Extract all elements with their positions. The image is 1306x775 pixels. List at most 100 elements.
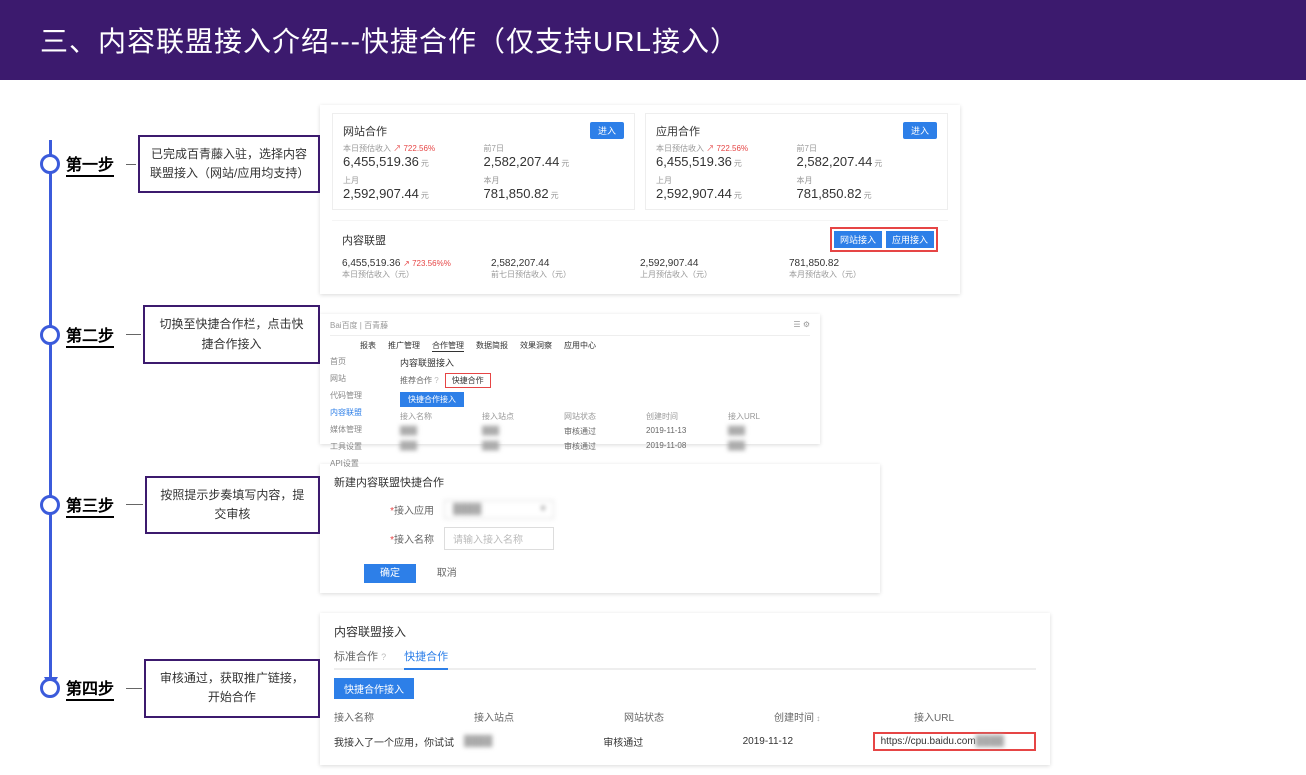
page-title: 三、内容联盟接入介绍---快捷合作（仅支持URL接入） [40, 20, 739, 60]
app-coop-card: 应用合作 进入 本日预估收入 ↗ 722.56% 6,455,519.36元 前… [645, 113, 948, 210]
pct-badge: ↗ 722.56% [706, 144, 748, 153]
stat-label: 上月预估收入（元） [640, 269, 789, 280]
step-dot-icon [40, 495, 60, 515]
table-header: 接入名称 接入站点 网站状态 创建时间 接入URL [334, 709, 1036, 724]
sub-title: 内容联盟接入 [400, 356, 810, 369]
header-bar: 三、内容联盟接入介绍---快捷合作（仅支持URL接入） [0, 0, 1306, 80]
cancel-button[interactable]: 取消 [427, 564, 467, 583]
confirm-button[interactable]: 确定 [364, 564, 416, 583]
nav-item[interactable]: 报表 [360, 340, 376, 352]
tab-standard[interactable]: 推荐合作 ? [400, 375, 439, 386]
step-2-desc: 切换至快捷合作栏，点击快捷合作接入 [143, 305, 320, 363]
form-title: 新建内容联盟快捷合作 [334, 474, 866, 490]
summary-title: 内容联盟 [342, 232, 386, 248]
step-4: 第四步 审核通过，获取推广链接，开始合作 [40, 659, 320, 717]
logo-text: Bai百度 | 百青藤 [330, 320, 388, 331]
stat-value: 6,455,519.36元 [343, 154, 484, 169]
step-dot-icon [40, 154, 60, 174]
app-select[interactable]: ████ [444, 500, 554, 519]
timeline-column: 第一步 已完成百青藤入驻，选择内容联盟接入（网站/应用均支持） 第二步 切换至快… [40, 105, 320, 765]
cell: 2019-11-08 [646, 441, 728, 452]
table-row: ███ ███ 审核通过 2019-11-13 ███ [400, 426, 810, 437]
form-row-app: *接入应用 ████ [364, 500, 866, 519]
user-menu-icon[interactable]: ☰ ⚙ [793, 320, 810, 331]
tab-quick-highlight[interactable]: 快捷合作 [445, 373, 491, 388]
nav-item[interactable]: 合作管理 [432, 340, 464, 352]
sidebar-item[interactable]: 媒体管理 [330, 424, 390, 435]
cell-blurred: ███ [482, 426, 564, 437]
sidebar-item[interactable]: 网站 [330, 373, 390, 384]
table-row: 我接入了一个应用，你试试 ████ 审核通过 2019-11-12 https:… [334, 732, 1036, 751]
cell-name: 我接入了一个应用，你试试 [334, 734, 464, 749]
step-dot-icon [40, 678, 60, 698]
cell-url: https://cpu.baidu.com████ [873, 732, 1036, 751]
nav-item[interactable]: 应用中心 [564, 340, 596, 352]
pct-badge: ↗ 723.56%% [403, 259, 451, 268]
sidebar-item[interactable]: 首页 [330, 356, 390, 367]
field-label: 接入名称 [394, 535, 434, 546]
enter-button[interactable]: 进入 [903, 122, 937, 139]
table-header: 接入名称 接入站点 网站状态 创建时间 接入URL [400, 411, 810, 422]
step-3-label: 第三步 [66, 492, 114, 518]
quick-access-button[interactable]: 快捷合作接入 [400, 392, 464, 407]
sidebar-item[interactable]: 工具设置 [330, 441, 390, 452]
stat-label: 前七日预估收入（元） [491, 269, 640, 280]
cell-status: 审核通过 [603, 734, 742, 749]
col: 接入名称 [334, 709, 474, 724]
table-row: ███ ███ 审核通过 2019-11-08 ███ [400, 441, 810, 452]
web-access-button[interactable]: 网站接入 [834, 231, 882, 248]
step-1-desc: 已完成百青藤入驻，选择内容联盟接入（网站/应用均支持） [138, 135, 320, 193]
name-input[interactable]: 请输入接入名称 [444, 527, 554, 550]
cell: 审核通过 [564, 441, 646, 452]
col: 接入名称 [400, 411, 482, 422]
panels-column: 网站合作 进入 本日预估收入 ↗ 722.56% 6,455,519.36元 前… [320, 105, 1276, 765]
sidebar-item[interactable]: API设置 [330, 458, 390, 469]
connector [126, 164, 136, 165]
step-3-desc: 按照提示步奏填写内容，提交审核 [145, 476, 320, 534]
website-coop-card: 网站合作 进入 本日预估收入 ↗ 722.56% 6,455,519.36元 前… [332, 113, 635, 210]
step-4-label: 第四步 [66, 675, 114, 701]
stat-value: 6,455,519.36元 [656, 154, 797, 169]
content-union-summary: 内容联盟 网站接入 应用接入 6,455,519.36 ↗ 723.56%% 本… [332, 220, 948, 280]
nav-item[interactable]: 数据简报 [476, 340, 508, 352]
cell-date: 2019-11-12 [743, 736, 873, 747]
cell-blurred: ███ [728, 441, 810, 452]
stat-value: 6,455,519.36 ↗ 723.56%% [342, 258, 491, 269]
panel-create-form: 新建内容联盟快捷合作 *接入应用 ████ *接入名称 请输入接入名称 确定 取… [320, 464, 880, 593]
step-dot-icon [40, 325, 60, 345]
nav-item[interactable]: 推广管理 [388, 340, 420, 352]
quick-access-button[interactable]: 快捷合作接入 [334, 678, 414, 699]
stat-value: 781,850.82 [789, 258, 938, 269]
content-area: 第一步 已完成百青藤入驻，选择内容联盟接入（网站/应用均支持） 第二步 切换至快… [0, 80, 1306, 775]
field-label: 接入应用 [394, 506, 434, 517]
col: 接入URL [728, 411, 810, 422]
url-highlight-box[interactable]: https://cpu.baidu.com████ [873, 732, 1036, 751]
tab-standard[interactable]: 标准合作 ? [334, 648, 386, 668]
col: 接入URL [914, 709, 1036, 724]
stat-value: 2,582,207.44 [491, 258, 640, 269]
stat-value: 781,850.82元 [484, 186, 625, 201]
tab-quick[interactable]: 快捷合作 [404, 648, 448, 670]
col: 接入站点 [482, 411, 564, 422]
stat-label: 前7日 [484, 143, 625, 154]
stat-value: 2,592,907.44 [640, 258, 789, 269]
col-sortable[interactable]: 创建时间 [774, 709, 914, 724]
step-1: 第一步 已完成百青藤入驻，选择内容联盟接入（网站/应用均支持） [40, 135, 320, 193]
cell-blurred: ███ [400, 441, 482, 452]
col: 接入站点 [474, 709, 624, 724]
cell: 审核通过 [564, 426, 646, 437]
stat-label: 上月 [343, 175, 484, 186]
panel-management: Bai百度 | 百青藤 ☰ ⚙ 报表 推广管理 合作管理 数据简报 效果洞察 应… [320, 314, 820, 444]
sidebar-item[interactable]: 代码管理 [330, 390, 390, 401]
top-bar: Bai百度 | 百青藤 ☰ ⚙ [330, 320, 810, 336]
step-3: 第三步 按照提示步奏填写内容，提交审核 [40, 476, 320, 534]
nav-item[interactable]: 效果洞察 [520, 340, 552, 352]
stat-label: 本日预估收入（元） [342, 269, 491, 280]
highlight-box: 网站接入 应用接入 [830, 227, 938, 252]
stat-value: 2,582,207.44元 [797, 154, 938, 169]
enter-button[interactable]: 进入 [590, 122, 624, 139]
list-title: 内容联盟接入 [334, 623, 1036, 640]
stat-value: 781,850.82元 [797, 186, 938, 201]
sidebar-item[interactable]: 内容联盟 [330, 407, 390, 418]
app-access-button[interactable]: 应用接入 [886, 231, 934, 248]
